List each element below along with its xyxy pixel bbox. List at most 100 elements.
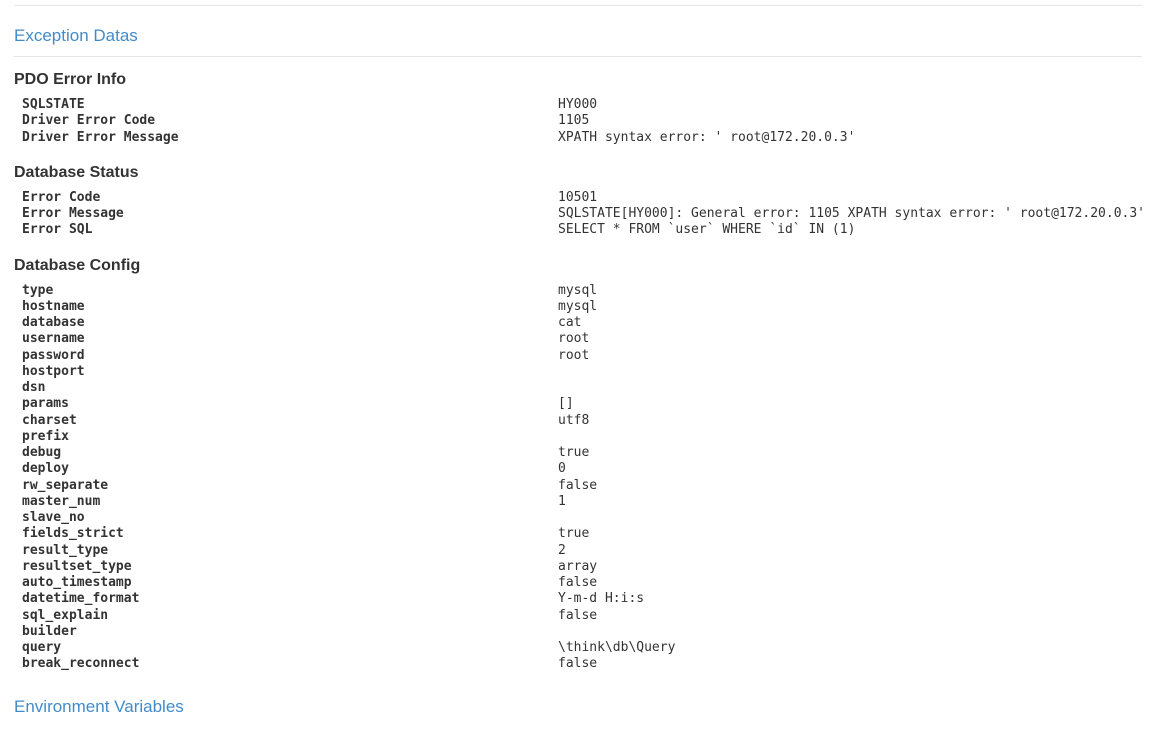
kv-key: Error Code	[22, 190, 558, 206]
kv-value: root	[558, 348, 1142, 364]
kv-row: hostnamemysql	[22, 299, 1142, 315]
kv-key: hostname	[22, 299, 558, 315]
block-title: PDO Error Info	[14, 71, 1142, 89]
kv-value: false	[558, 575, 1142, 591]
kv-row: Driver Error MessageXPATH syntax error: …	[22, 130, 1142, 146]
kv-row: hostport	[22, 364, 1142, 380]
kv-row: resultset_typearray	[22, 559, 1142, 575]
kv-key: result_type	[22, 543, 558, 559]
kv-value: 1105	[558, 113, 1142, 129]
kv-row: slave_no	[22, 510, 1142, 526]
kv-key: database	[22, 315, 558, 331]
kv-row: rw_separatefalse	[22, 478, 1142, 494]
kv-key: dsn	[22, 380, 558, 396]
kv-value: mysql	[558, 299, 1142, 315]
kv-row: datetime_formatY-m-d H:i:s	[22, 591, 1142, 607]
kv-value: 1	[558, 494, 1142, 510]
kv-row: debugtrue	[22, 445, 1142, 461]
kv-key: auto_timestamp	[22, 575, 558, 591]
kv-key: prefix	[22, 429, 558, 445]
kv-row: typemysql	[22, 283, 1142, 299]
kv-key: break_reconnect	[22, 656, 558, 672]
kv-value: 10501	[558, 190, 1142, 206]
kv-key: rw_separate	[22, 478, 558, 494]
block-title: Database Status	[14, 164, 1142, 182]
kv-key: Driver Error Code	[22, 113, 558, 129]
kv-row: builder	[22, 624, 1142, 640]
kv-key: builder	[22, 624, 558, 640]
kv-row: auto_timestampfalse	[22, 575, 1142, 591]
kv-row: Error Code10501	[22, 190, 1142, 206]
kv-key: resultset_type	[22, 559, 558, 575]
kv-value: mysql	[558, 283, 1142, 299]
kv-value: \think\db\Query	[558, 640, 1142, 656]
kv-value: false	[558, 478, 1142, 494]
section-environment-variables[interactable]: Environment Variables	[14, 691, 1142, 727]
kv-value: SELECT * FROM `user` WHERE `id` IN (1)	[558, 222, 1142, 238]
kv-row: prefix	[22, 429, 1142, 445]
kv-key: debug	[22, 445, 558, 461]
kv-row: Driver Error Code1105	[22, 113, 1142, 129]
kv-key: hostport	[22, 364, 558, 380]
kv-value: false	[558, 608, 1142, 624]
kv-row: fields_stricttrue	[22, 526, 1142, 542]
kv-block: typemysqlhostnamemysqldatabasecatusernam…	[22, 283, 1142, 673]
kv-value: array	[558, 559, 1142, 575]
kv-row: Error MessageSQLSTATE[HY000]: General er…	[22, 206, 1142, 222]
block-title: Database Config	[14, 257, 1142, 275]
kv-row: passwordroot	[22, 348, 1142, 364]
kv-value: XPATH syntax error: ' root@172.20.0.3'	[558, 130, 1142, 146]
kv-value: 0	[558, 461, 1142, 477]
kv-key: Error SQL	[22, 222, 558, 238]
kv-value	[558, 380, 1142, 396]
kv-value: true	[558, 526, 1142, 542]
kv-key: charset	[22, 413, 558, 429]
kv-value: root	[558, 331, 1142, 347]
kv-key: query	[22, 640, 558, 656]
kv-key: SQLSTATE	[22, 97, 558, 113]
top-divider	[14, 0, 1142, 6]
kv-row: databasecat	[22, 315, 1142, 331]
kv-block: SQLSTATEHY000Driver Error Code1105Driver…	[22, 97, 1142, 146]
kv-row: params[]	[22, 396, 1142, 412]
kv-value	[558, 510, 1142, 526]
divider	[14, 56, 1142, 57]
kv-value: Y-m-d H:i:s	[558, 591, 1142, 607]
kv-key: slave_no	[22, 510, 558, 526]
kv-row: master_num1	[22, 494, 1142, 510]
kv-key: datetime_format	[22, 591, 558, 607]
kv-row: SQLSTATEHY000	[22, 97, 1142, 113]
kv-row: sql_explainfalse	[22, 608, 1142, 624]
kv-key: type	[22, 283, 558, 299]
section-exception-datas[interactable]: Exception Datas	[14, 20, 1142, 56]
kv-value	[558, 429, 1142, 445]
kv-row: charsetutf8	[22, 413, 1142, 429]
kv-key: Error Message	[22, 206, 558, 222]
kv-value: SQLSTATE[HY000]: General error: 1105 XPA…	[558, 206, 1142, 222]
kv-block: Error Code10501Error MessageSQLSTATE[HY0…	[22, 190, 1142, 239]
kv-value: []	[558, 396, 1142, 412]
kv-row: deploy0	[22, 461, 1142, 477]
kv-value: cat	[558, 315, 1142, 331]
kv-value: true	[558, 445, 1142, 461]
kv-key: password	[22, 348, 558, 364]
kv-value: 2	[558, 543, 1142, 559]
kv-key: Driver Error Message	[22, 130, 558, 146]
kv-value	[558, 624, 1142, 640]
kv-key: username	[22, 331, 558, 347]
kv-key: master_num	[22, 494, 558, 510]
kv-value: HY000	[558, 97, 1142, 113]
kv-key: sql_explain	[22, 608, 558, 624]
kv-row: dsn	[22, 380, 1142, 396]
kv-row: query\think\db\Query	[22, 640, 1142, 656]
kv-row: break_reconnectfalse	[22, 656, 1142, 672]
kv-row: usernameroot	[22, 331, 1142, 347]
kv-key: fields_strict	[22, 526, 558, 542]
kv-key: deploy	[22, 461, 558, 477]
kv-value: utf8	[558, 413, 1142, 429]
kv-value	[558, 364, 1142, 380]
kv-row: Error SQLSELECT * FROM `user` WHERE `id`…	[22, 222, 1142, 238]
kv-value: false	[558, 656, 1142, 672]
kv-row: result_type2	[22, 543, 1142, 559]
kv-key: params	[22, 396, 558, 412]
